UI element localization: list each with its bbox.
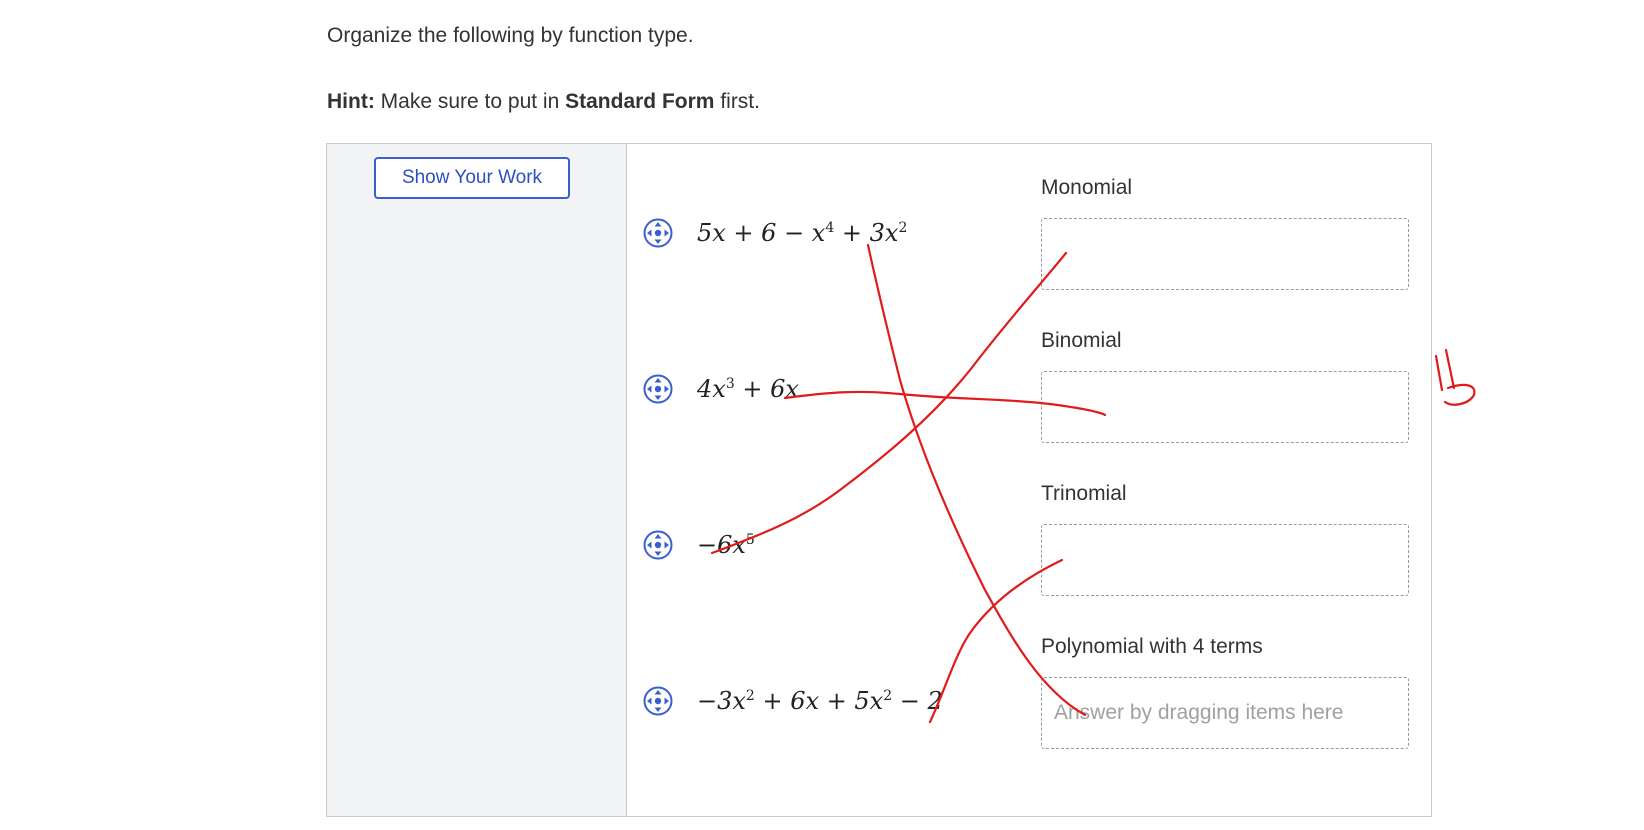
drag-move-icon[interactable] (643, 530, 673, 560)
drag-move-icon[interactable] (643, 374, 673, 404)
draggable-item-3[interactable]: −6x5 (643, 525, 755, 565)
drag-move-icon[interactable] (643, 686, 673, 716)
annotation-mark-3 (1443, 383, 1476, 406)
draggable-item-1[interactable]: 5x + 6 − x4 + 3x2 (643, 213, 907, 253)
hint-text: Hint: Make sure to put in Standard Form … (327, 90, 760, 114)
drop-zone-polynomial-4-terms[interactable]: Answer by dragging items here (1041, 677, 1409, 749)
category-label-polynomial-4-terms: Polynomial with 4 terms (1041, 635, 1263, 658)
annotation-mark-2 (1444, 348, 1456, 390)
draggable-item-4[interactable]: −3x2 + 6x + 5x2 − 2 (643, 681, 943, 721)
drop-zone-monomial[interactable] (1041, 218, 1409, 290)
category-label-trinomial: Trinomial (1041, 482, 1127, 505)
expression-4: −3x2 + 6x + 5x2 − 2 (697, 687, 943, 715)
hint-label: Hint: (327, 90, 375, 113)
hint-body-1: Make sure to put in (380, 90, 560, 113)
category-label-monomial: Monomial (1041, 176, 1133, 199)
question-frame: Show Your Work 5x + 6 − x4 + 3x2 4x3 + 6… (326, 143, 1432, 817)
annotation-mark-1 (1434, 354, 1444, 392)
category-label-binomial: Binomial (1041, 329, 1122, 352)
drop-zone-trinomial[interactable] (1041, 524, 1409, 596)
drop-zone-binomial[interactable] (1041, 371, 1409, 443)
drag-move-icon[interactable] (643, 218, 673, 248)
expression-3: −6x5 (697, 531, 755, 559)
show-your-work-button[interactable]: Show Your Work (374, 157, 570, 199)
question-prompt: Organize the following by function type. (327, 24, 694, 47)
hint-standard-form: Standard Form (565, 90, 715, 113)
hint-body-2: first. (720, 90, 760, 113)
expression-1: 5x + 6 − x4 + 3x2 (697, 219, 908, 247)
draggable-item-2[interactable]: 4x3 + 6x (643, 369, 799, 409)
work-panel: Show Your Work (327, 144, 627, 816)
expression-2: 4x3 + 6x (697, 375, 799, 403)
